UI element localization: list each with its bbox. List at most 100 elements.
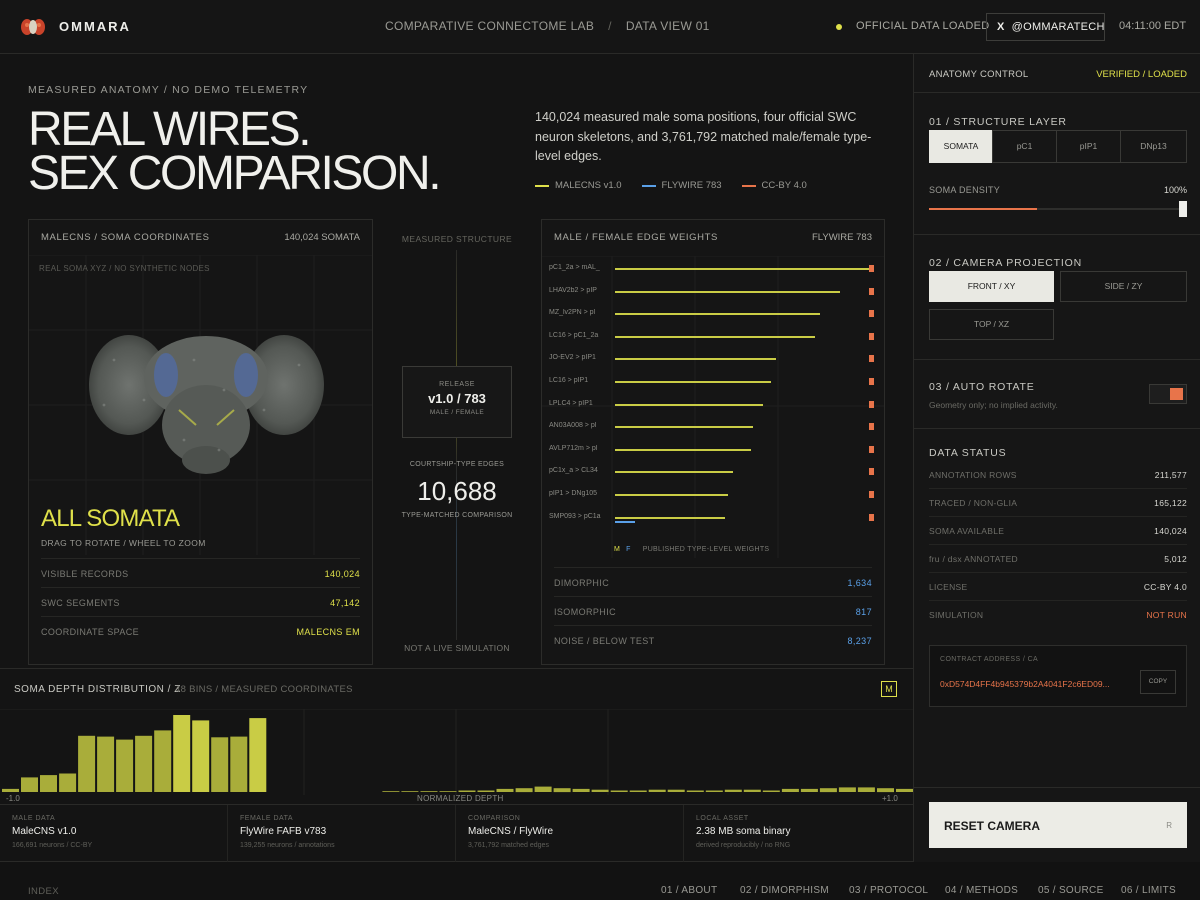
density-value: 100% (1163, 185, 1187, 195)
nav-source[interactable]: 05 / SOURCE (1038, 885, 1104, 896)
edge-male-bar (615, 403, 764, 406)
nav-dimorphism[interactable]: 02 / DIMORPHISM (740, 885, 829, 896)
hero-title-line2: SEX COMPARISON. (28, 147, 442, 200)
data-value: CC-BY 4.0 (1143, 582, 1187, 592)
edge-row-label: LC16 > pC1_2a (549, 331, 599, 339)
structure-layer-section: 01 / STRUCTURE LAYER SOMATA pC1 pIP1 DNp… (914, 93, 1200, 235)
brain-soma-render[interactable] (84, 320, 329, 480)
depth-bin-bar (572, 788, 590, 792)
layer-option-pc1[interactable]: pC1 (992, 130, 1057, 163)
depth-bin-bar (2, 788, 19, 792)
reset-camera-button[interactable]: RESET CAMERA R (929, 802, 1187, 848)
panel-title: MALECNS / SOMA COORDINATES (41, 232, 210, 243)
courtship-edges-subtitle: TYPE-MATCHED COMPARISON (401, 512, 513, 519)
source-key: COMPARISON (468, 815, 521, 822)
source-value: MaleCNS / FlyWire (468, 826, 554, 837)
edge-significance-marker (869, 491, 874, 498)
sidebar-title: ANATOMY CONTROL (929, 69, 1029, 80)
layer-option-somata[interactable]: SOMATA (929, 130, 993, 163)
edge-significance-marker (869, 513, 874, 521)
density-slider-track[interactable] (929, 208, 1187, 210)
legend-item-license: CC-BY 4.0 (741, 180, 807, 191)
brand-name[interactable]: OMMARA (59, 19, 131, 34)
density-slider-thumb[interactable] (1179, 201, 1187, 217)
ca-value[interactable]: 0xD574D4FF4b945379b2A4041F2c6ED09... (940, 679, 1130, 689)
viewport-subtitle: REAL SOMA XYZ / NO SYNTHETIC NODES (39, 264, 210, 273)
edge-significance-marker (869, 355, 874, 363)
nav-limits[interactable]: 06 / LIMITS (1121, 885, 1176, 896)
source-value: MaleCNS v1.0 (12, 826, 77, 837)
depth-bin-bar (857, 787, 875, 792)
edge-male-bar (615, 268, 871, 270)
stat-value: 8,237 (847, 636, 872, 646)
nav-methods[interactable]: 04 / METHODS (945, 885, 1018, 896)
nav-about[interactable]: 01 / ABOUT (661, 885, 717, 896)
depth-subtitle: 48 BINS / MEASURED COORDINATES (175, 684, 353, 695)
edge-male-bar (615, 471, 733, 474)
stat-row-noise: NOISE / BELOW TEST 8,237 (554, 625, 872, 654)
depth-axis-label: NORMALIZED DEPTH (417, 794, 504, 803)
depth-bin-bar (420, 791, 438, 792)
edge-weights-panel: MALE / FEMALE EDGE WEIGHTS FLYWIRE 783 p… (541, 219, 885, 665)
depth-bin-bar (515, 788, 533, 793)
edge-significance-marker (869, 287, 874, 295)
depth-mode-button[interactable]: M (881, 681, 897, 697)
dataset-legend: MALECNS v1.0 FLYWIRE 783 CC-BY 4.0 (535, 180, 807, 191)
stat-row-coordinate-space: COORDINATE SPACE MALECNS EM (41, 616, 360, 645)
source-value: 2.38 MB soma binary (696, 826, 791, 837)
depth-bin-bar (819, 788, 837, 793)
edge-male-bar (615, 358, 777, 361)
key-male: M (614, 546, 621, 553)
release-label: RELEASE (439, 381, 475, 388)
stat-value: 140,024 (324, 569, 360, 579)
depth-bin-bar (591, 789, 609, 792)
data-label: ANNOTATION ROWS (929, 470, 1017, 480)
edge-significance-marker (869, 423, 874, 431)
hero-description: 140,024 measured male soma positions, fo… (535, 110, 872, 163)
edge-row-label: pC1x_a > CL34 (549, 467, 598, 475)
top-bar: OMMARA COMPARATIVE CONNECTOME LAB / DATA V… (0, 0, 1200, 54)
depth-bin-bar (59, 773, 77, 792)
breadcrumb-separator: / (608, 19, 612, 33)
depth-bin-bar (838, 787, 856, 792)
copy-button[interactable]: COPY (1140, 670, 1176, 694)
legend-label: CC-BY 4.0 (761, 180, 807, 191)
layer-option-dnp13[interactable]: DNp13 (1120, 130, 1187, 163)
edge-weight-chart: pC1_2a > mAL_ LHAV2b2 > pIP MZ_lv2PN > pl L… (542, 256, 884, 558)
camera-top-button[interactable]: TOP / XZ (929, 309, 1054, 340)
layer-option-pip1[interactable]: pIP1 (1056, 130, 1121, 163)
key-female: F (626, 546, 631, 553)
source-key: FEMALE DATA (240, 815, 294, 822)
sidebar-header: ANATOMY CONTROL VERIFIED / LOADED (914, 54, 1200, 93)
edge-row-label: LHAV2b2 > pIP (549, 286, 597, 294)
depth-bin-bar (896, 788, 913, 792)
depth-bin-bar (724, 789, 742, 792)
x-social-button[interactable]: X @OMMARATECH (986, 13, 1105, 41)
camera-front-button[interactable]: FRONT / XY (929, 271, 1054, 302)
section-title: 01 / STRUCTURE LAYER (929, 116, 1067, 128)
breadcrumb: COMPARATIVE CONNECTOME LAB / DATA VIEW 01 (385, 19, 710, 33)
camera-side-button[interactable]: SIDE / ZY (1060, 271, 1187, 302)
data-status-section: DATA STATUS ANNOTATION ROWS 211,577 TRACE… (914, 429, 1200, 639)
stat-label: ISOMORPHIC (554, 607, 617, 617)
stat-row-visible-records: VISIBLE RECORDS 140,024 (41, 558, 360, 587)
section-title: 03 / AUTO ROTATE (929, 381, 1035, 393)
data-label: TRACED / NON-GLIA (929, 498, 1018, 508)
depth-bars (2, 715, 913, 793)
breadcrumb-lab[interactable]: COMPARATIVE CONNECTOME LAB (385, 19, 594, 33)
source-key: LOCAL ASSET (696, 815, 749, 822)
depth-bin-bar (743, 789, 761, 792)
edge-male-bar (615, 516, 726, 519)
edge-significance-marker (869, 310, 874, 318)
depth-bin-bar (781, 788, 799, 792)
stat-label: NOISE / BELOW TEST (554, 636, 655, 646)
edge-male-bar (615, 290, 841, 293)
nav-protocol[interactable]: 03 / PROTOCOL (849, 885, 928, 896)
data-row-fru-dsx: fru / dsx ANNOTATED 5,012 (929, 545, 1187, 573)
source-key: MALE DATA (12, 815, 56, 822)
legend-swatch (535, 184, 549, 187)
stat-label: VISIBLE RECORDS (41, 569, 129, 579)
auto-rotate-toggle[interactable] (1149, 384, 1187, 404)
footer-nav (0, 862, 1200, 900)
depth-bin-bar (648, 789, 666, 792)
